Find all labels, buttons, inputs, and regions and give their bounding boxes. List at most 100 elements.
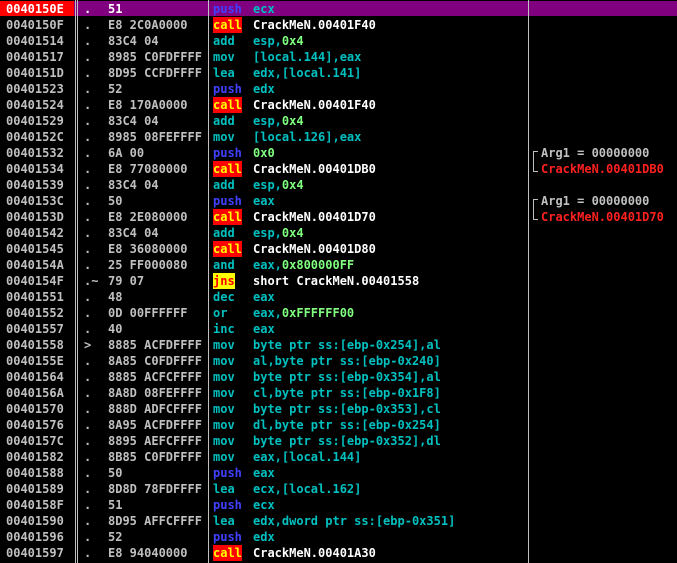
instruction-hex: 79 07 bbox=[108, 274, 145, 288]
instruction-address: 00401558 bbox=[6, 338, 64, 352]
instruction-row[interactable]: 00401558 >8885 ACFDFFFF mov byte ptr ss:[eb… bbox=[0, 337, 677, 353]
instruction-hex: 51 bbox=[108, 2, 123, 16]
instruction-mnemonic: push bbox=[213, 194, 242, 208]
operand-token: al,byte ptr ss:[ebp-0x240] bbox=[253, 354, 441, 368]
instruction-address: 0040158F bbox=[6, 498, 64, 512]
instruction-mnemonic: add bbox=[213, 226, 235, 240]
instruction-row[interactable]: 0040158F. 51 push ecx bbox=[0, 497, 677, 513]
flow-marker: . bbox=[84, 50, 92, 64]
instruction-row[interactable]: 0040157C. 8895 AEFCFFFF mov byte ptr ss:[eb… bbox=[0, 433, 677, 449]
instruction-row[interactable]: 0040155E. 8A85 C0FDFFFF mov al,byte ptr ss:… bbox=[0, 353, 677, 369]
instruction-address: 00401590 bbox=[6, 514, 64, 528]
instruction-hex: 83C4 04 bbox=[108, 114, 159, 128]
instruction-address: 00401570 bbox=[6, 402, 64, 416]
instruction-row[interactable]: 00401539. 83C4 04 add esp,0x4 bbox=[0, 177, 677, 193]
operand-token: CrackMeN.00401F40 bbox=[253, 98, 376, 112]
instruction-operands: byte ptr ss:[ebp-0x354],al bbox=[253, 369, 441, 385]
instruction-operands: CrackMeN.00401F40 bbox=[253, 97, 376, 113]
instruction-hex: 8D8D 78FDFFFF bbox=[108, 482, 202, 496]
flow-marker: . bbox=[84, 194, 92, 208]
instruction-row[interactable]: 0040152C. 8985 08FEFFFF mov [local.126],eax bbox=[0, 129, 677, 145]
flow-marker: . bbox=[84, 18, 92, 32]
instruction-operands: eax bbox=[253, 193, 275, 209]
instruction-address: 00401539 bbox=[6, 178, 64, 192]
instruction-row[interactable]: 00401529. 83C4 04 add esp,0x4 bbox=[0, 113, 677, 129]
instruction-row[interactable]: 0040154F .~ 79 07 jns short CrackMeN.0040155… bbox=[0, 273, 677, 289]
instruction-mnemonic: mov bbox=[213, 402, 235, 416]
instruction-mnemonic: push bbox=[213, 82, 242, 96]
instruction-mnemonic: push bbox=[213, 146, 242, 160]
instruction-operands: byte ptr ss:[ebp-0x353],cl bbox=[253, 401, 441, 417]
instruction-address: 00401532 bbox=[6, 146, 64, 160]
instruction-hex: 50 bbox=[108, 466, 123, 480]
instruction-row[interactable]: 00401524. E8 170A0000 call CrackMeN.00401F4… bbox=[0, 97, 677, 113]
instruction-mnemonic: push bbox=[213, 2, 242, 16]
instruction-mnemonic: lea bbox=[213, 514, 235, 528]
instruction-row[interactable]: 0040150E. 51 push ecx bbox=[0, 1, 677, 17]
instruction-row[interactable]: 00401517. 8985 C0FDFFFF mov [local.144],eax bbox=[0, 49, 677, 65]
instruction-operands: CrackMeN.00401DB0 bbox=[253, 161, 376, 177]
instruction-row[interactable]: 00401590. 8D95 AFFCFFFF lea edx,dword ptr s… bbox=[0, 513, 677, 529]
instruction-mnemonic: jns bbox=[213, 273, 235, 289]
instruction-row[interactable]: 00401545. E8 36080000 call CrackMeN.00401D8… bbox=[0, 241, 677, 257]
instruction-row[interactable]: 00401597. E8 94040000 call CrackMeN.00401A3… bbox=[0, 545, 677, 561]
instruction-row[interactable]: 00401588. 50 push eax bbox=[0, 465, 677, 481]
instruction-mnemonic: add bbox=[213, 114, 235, 128]
flow-marker: . bbox=[84, 514, 92, 528]
instruction-row[interactable]: 00401576. 8A95 ACFDFFFF mov dl,byte ptr ss:… bbox=[0, 417, 677, 433]
argument-value: Arg1 = 00000000 bbox=[541, 194, 650, 208]
argument-bracket bbox=[533, 151, 538, 172]
instruction-row[interactable]: 00401582. 8B85 C0FDFFFF mov eax,[local.144] bbox=[0, 449, 677, 465]
instruction-row[interactable]: 00401523. 52 push edx bbox=[0, 81, 677, 97]
instruction-address: 00401542 bbox=[6, 226, 64, 240]
disassembly-pane[interactable]: 0040150E. 51 push ecx 0040150F. E8 2C0A0000 ca… bbox=[0, 0, 677, 563]
instruction-address: 00401552 bbox=[6, 306, 64, 320]
instruction-row[interactable]: 00401564. 8885 ACFCFFFF mov byte ptr ss:[eb… bbox=[0, 369, 677, 385]
instruction-address: 00401514 bbox=[6, 34, 64, 48]
instruction-mnemonic: call bbox=[213, 241, 242, 257]
instruction-operands: edx,dword ptr ss:[ebp-0x351] bbox=[253, 513, 455, 529]
operand-token: 0x4 bbox=[281, 114, 304, 128]
instruction-hex: 8A8D 08FEFFFF bbox=[108, 386, 202, 400]
instruction-row[interactable]: 00401552. 0D 00FFFFFF or eax,0xFFFFFF00 bbox=[0, 305, 677, 321]
instruction-operands: CrackMeN.00401D80 bbox=[253, 241, 376, 257]
instruction-mnemonic: mov bbox=[213, 370, 235, 384]
instruction-mnemonic: mov bbox=[213, 338, 235, 352]
instruction-mnemonic: add bbox=[213, 178, 235, 192]
instruction-operands: [local.144],eax bbox=[253, 49, 361, 65]
instruction-row[interactable]: 00401589. 8D8D 78FDFFFF lea ecx,[local.162] bbox=[0, 481, 677, 497]
instruction-operands: eax,0xFFFFFF00 bbox=[253, 305, 354, 321]
instruction-row[interactable]: 0040154A. 25 FF000080 and eax,0x800000FF bbox=[0, 257, 677, 273]
instruction-address: 00401557 bbox=[6, 322, 64, 336]
instruction-address: 0040154F bbox=[6, 274, 64, 288]
instruction-row[interactable]: 00401570. 888D ADFCFFFF mov byte ptr ss:[eb… bbox=[0, 401, 677, 417]
instruction-row[interactable]: 0040151D. 8D95 CCFDFFFF lea edx,[local.141] bbox=[0, 65, 677, 81]
instruction-hex: 83C4 04 bbox=[108, 226, 159, 240]
flow-marker: . bbox=[84, 242, 92, 256]
instruction-hex: 8985 08FEFFFF bbox=[108, 130, 202, 144]
instruction-address: 0040154A bbox=[6, 258, 64, 272]
instruction-row[interactable]: 0040156A. 8A8D 08FEFFFF mov cl,byte ptr ss:… bbox=[0, 385, 677, 401]
flow-marker: . bbox=[84, 258, 92, 272]
instruction-address: 00401582 bbox=[6, 450, 64, 464]
instruction-operands: eax bbox=[253, 321, 275, 337]
instruction-row[interactable]: 00401557. 40 inc eax bbox=[0, 321, 677, 337]
operand-token: dl,byte ptr ss:[ebp-0x254] bbox=[253, 418, 441, 432]
operand-token: eax bbox=[339, 130, 362, 144]
instruction-row[interactable]: 00401596. 52 push edx bbox=[0, 529, 677, 545]
call-comment: Arg1 = 00000000 CrackMeN.00401D70 bbox=[533, 193, 677, 225]
operand-token: byte ptr ss:[ebp-0x354],al bbox=[253, 370, 441, 384]
instruction-mnemonic: add bbox=[213, 34, 235, 48]
instruction-operands: ecx,[local.162] bbox=[253, 481, 361, 497]
instruction-row[interactable]: 00401514. 83C4 04 add esp,0x4 bbox=[0, 33, 677, 49]
flow-marker: . bbox=[84, 466, 92, 480]
instruction-row[interactable]: 0040150F. E8 2C0A0000 call CrackMeN.00401F4… bbox=[0, 17, 677, 33]
instruction-address: 0040150F bbox=[6, 18, 64, 32]
instruction-row[interactable]: 00401542. 83C4 04 add esp,0x4 bbox=[0, 225, 677, 241]
instruction-row[interactable]: 00401551. 48 dec eax bbox=[0, 289, 677, 305]
operand-token: edx bbox=[253, 82, 275, 96]
instruction-address: 0040153C bbox=[6, 194, 64, 208]
instruction-hex: 8B85 C0FDFFFF bbox=[108, 450, 202, 464]
instruction-mnemonic: push bbox=[213, 466, 242, 480]
flow-marker: . bbox=[84, 98, 92, 112]
